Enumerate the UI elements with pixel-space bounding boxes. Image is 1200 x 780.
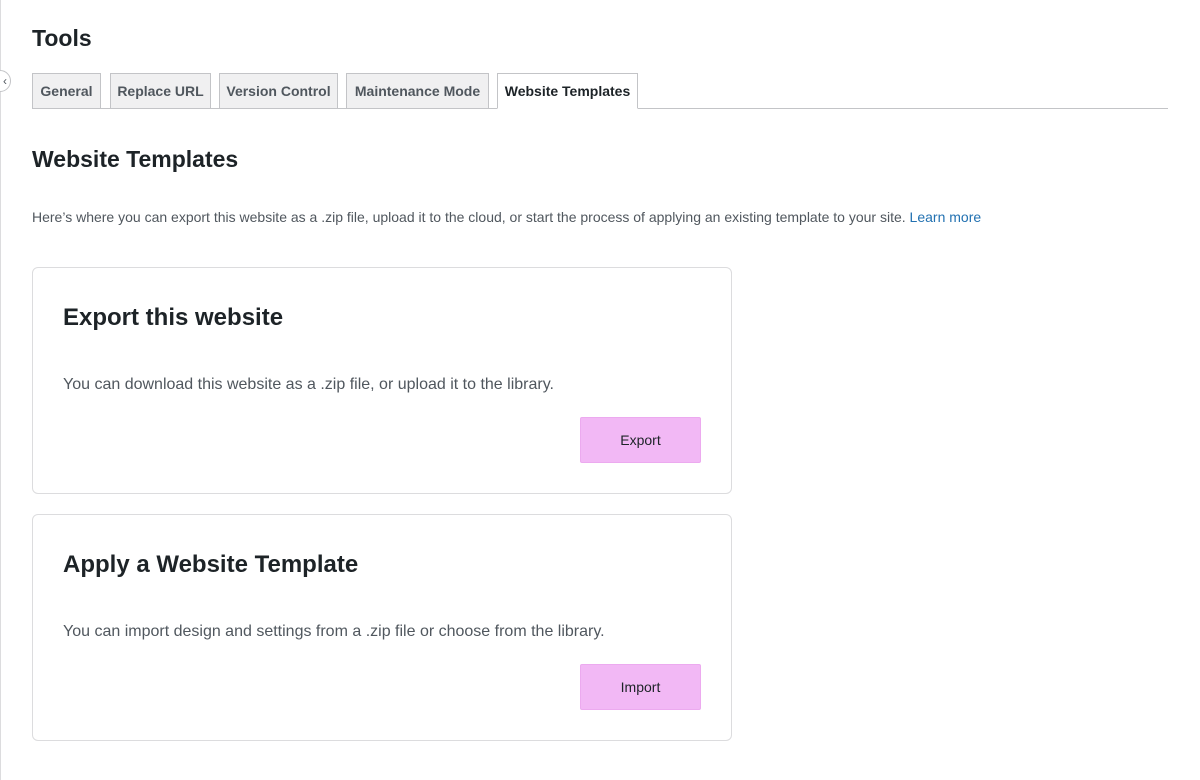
export-card: Export this website You can download thi…	[32, 267, 732, 494]
export-card-text: You can download this website as a .zip …	[63, 376, 554, 393]
learn-more-link[interactable]: Learn more	[910, 209, 982, 225]
tab-website-templates[interactable]: Website Templates	[497, 73, 638, 109]
tab-maintenance-mode[interactable]: Maintenance Mode	[346, 73, 489, 108]
tools-page: ‹ Tools General Replace URL Version Cont…	[0, 0, 1200, 780]
chevron-left-icon: ‹	[3, 74, 7, 88]
sidebar-collapse-button[interactable]: ‹	[0, 70, 11, 92]
page-title: Tools	[32, 25, 92, 51]
section-title: Website Templates	[32, 146, 239, 172]
tools-tabs: General Replace URL Version Control Main…	[32, 73, 1168, 109]
section-description: Here’s where you can export this website…	[32, 207, 981, 227]
tab-general[interactable]: General	[32, 73, 101, 108]
description-text: Here’s where you can export this website…	[32, 209, 906, 225]
tab-replace-url[interactable]: Replace URL	[110, 73, 211, 108]
export-button[interactable]: Export	[580, 417, 701, 463]
import-card-title: Apply a Website Template	[63, 551, 359, 578]
tab-version-control[interactable]: Version Control	[219, 73, 338, 108]
import-button[interactable]: Import	[580, 664, 701, 710]
import-card-text: You can import design and settings from …	[63, 623, 605, 640]
export-card-title: Export this website	[63, 304, 284, 331]
import-card: Apply a Website Template You can import …	[32, 514, 732, 741]
admin-sidebar-edge	[0, 0, 1, 780]
